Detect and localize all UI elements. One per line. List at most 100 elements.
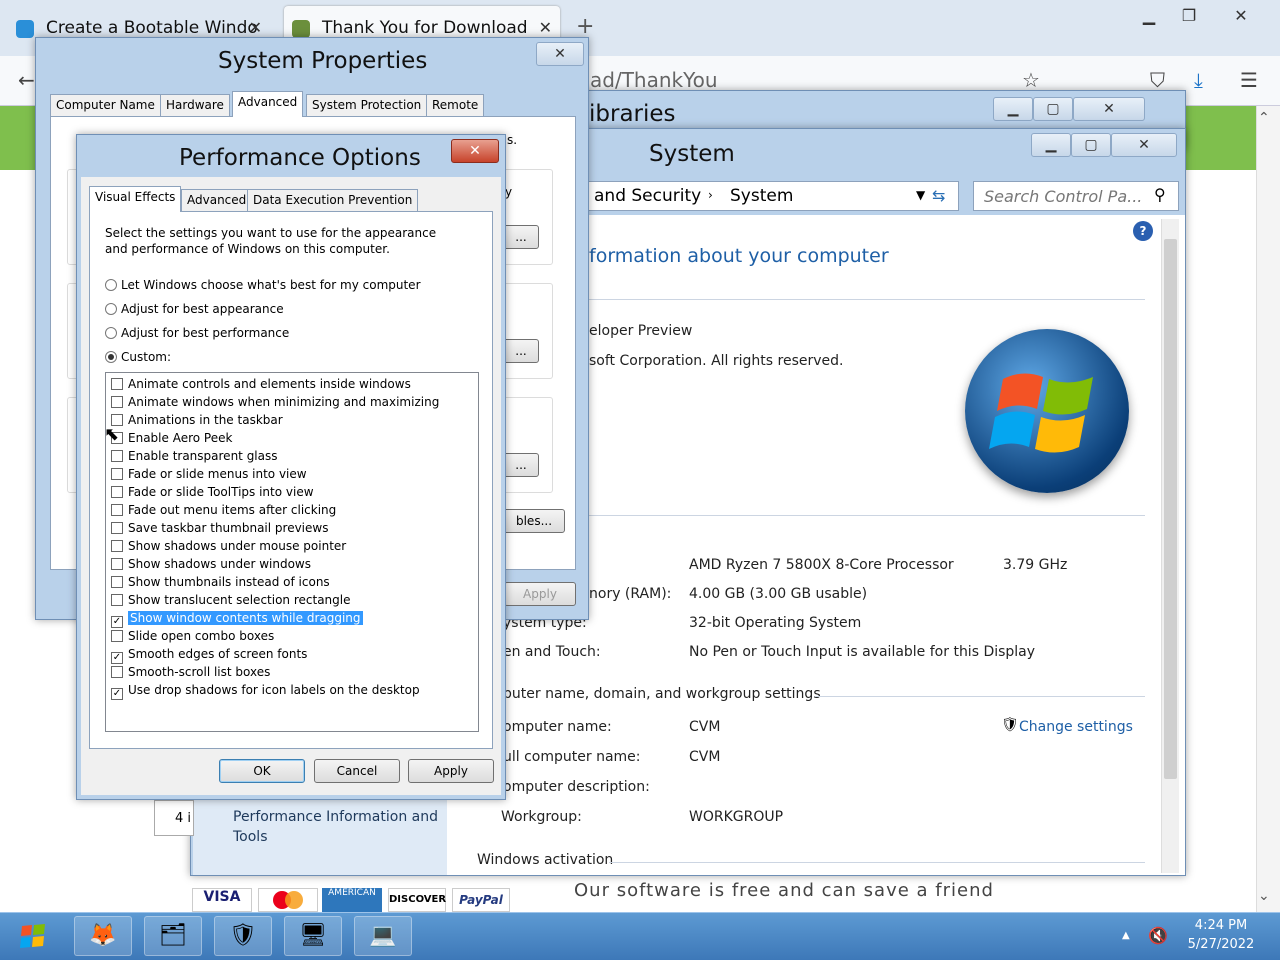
scrollbar-thumb[interactable] bbox=[1164, 239, 1177, 779]
scroll-down-icon[interactable]: ⌄ bbox=[1258, 888, 1270, 904]
tab-advanced[interactable]: Advanced bbox=[181, 189, 253, 211]
checkbox-icon[interactable] bbox=[111, 630, 123, 642]
refresh-icon[interactable]: ⇆ bbox=[932, 186, 945, 205]
radio-windows-choose[interactable]: Let Windows choose what's best for my co… bbox=[105, 278, 421, 292]
maximize-icon[interactable]: ▢ bbox=[1033, 97, 1073, 121]
checkbox-icon[interactable] bbox=[111, 540, 123, 552]
effect-checkbox-item[interactable]: Save taskbar thumbnail previews bbox=[111, 521, 328, 539]
sidebar-link-performance[interactable]: Performance Information and Tools bbox=[233, 807, 443, 847]
tab-remote[interactable]: Remote bbox=[426, 94, 485, 116]
effect-checkbox-item[interactable]: ✓ Use drop shadows for icon labels on the… bbox=[111, 683, 420, 701]
security-taskbar-icon[interactable]: 🛡 bbox=[214, 916, 272, 956]
apply-button[interactable]: Apply bbox=[408, 759, 494, 783]
minimize-icon[interactable]: ▁ bbox=[1031, 133, 1071, 157]
firefox-taskbar-icon[interactable]: 🦊 bbox=[74, 916, 132, 956]
back-icon[interactable]: ← bbox=[18, 68, 35, 92]
effect-checkbox-item[interactable]: Fade out menu items after clicking bbox=[111, 503, 336, 521]
effect-checkbox-item[interactable]: Show thumbnails instead of icons bbox=[111, 575, 330, 593]
checkbox-icon[interactable] bbox=[111, 396, 123, 408]
effect-checkbox-item[interactable]: Enable Aero Peek bbox=[111, 431, 232, 449]
tab-close-icon[interactable]: ✕ bbox=[539, 18, 552, 37]
bookmark-star-icon[interactable]: ☆ bbox=[1022, 68, 1040, 92]
clock[interactable]: 4:24 PM 5/27/2022 bbox=[1176, 918, 1266, 952]
search-input[interactable]: Search Control Pa... bbox=[984, 187, 1142, 206]
effect-checkbox-item[interactable]: Slide open combo boxes bbox=[111, 629, 274, 647]
chevron-down-icon[interactable]: ▼ bbox=[916, 188, 925, 202]
radio-best-appearance[interactable]: Adjust for best appearance bbox=[105, 302, 284, 316]
environment-variables-button[interactable]: bles... bbox=[503, 509, 565, 533]
settings-button[interactable]: ... bbox=[503, 453, 539, 477]
effect-checkbox-item[interactable]: ✓ Show window contents while dragging bbox=[111, 611, 363, 629]
checkbox-icon[interactable]: ✓ bbox=[111, 652, 123, 664]
effect-checkbox-item[interactable]: Animate controls and elements inside win… bbox=[111, 377, 411, 395]
downloads-icon[interactable]: ⤓ bbox=[1194, 68, 1203, 92]
minimize-icon[interactable]: ▁ bbox=[993, 97, 1033, 121]
scroll-up-icon[interactable]: ⌃ bbox=[1258, 110, 1270, 126]
checkbox-icon[interactable] bbox=[111, 486, 123, 498]
checkbox-icon[interactable] bbox=[111, 666, 123, 678]
tab-computer-name[interactable]: Computer Name bbox=[50, 94, 161, 116]
divider bbox=[589, 515, 1145, 516]
checkbox-icon[interactable] bbox=[111, 576, 123, 588]
radio-best-performance[interactable]: Adjust for best performance bbox=[105, 326, 289, 340]
effect-checkbox-item[interactable]: Animate windows when minimizing and maxi… bbox=[111, 395, 439, 413]
tab-system-protection[interactable]: System Protection bbox=[306, 94, 428, 116]
radio-custom[interactable]: Custom: bbox=[105, 350, 171, 364]
help-icon[interactable]: ? bbox=[1133, 221, 1153, 241]
apply-button[interactable]: Apply bbox=[504, 582, 576, 606]
restore-icon[interactable]: ❐ bbox=[1166, 2, 1212, 30]
shield-icon[interactable]: 🛡 bbox=[1001, 717, 1019, 733]
menu-icon[interactable]: ☰ bbox=[1240, 68, 1258, 92]
cancel-button[interactable]: Cancel bbox=[314, 759, 400, 783]
new-tab-icon[interactable]: + bbox=[576, 14, 594, 39]
maximize-icon[interactable]: ▢ bbox=[1071, 133, 1111, 157]
effect-checkbox-item[interactable]: Animations in the taskbar bbox=[111, 413, 283, 431]
checkbox-icon[interactable] bbox=[111, 468, 123, 480]
tab-close-icon[interactable]: ✕ bbox=[249, 18, 262, 37]
url-bar[interactable]: ad/ThankYou bbox=[590, 68, 718, 92]
settings-button[interactable]: ... bbox=[503, 225, 539, 249]
effect-checkbox-item[interactable]: Enable transparent glass bbox=[111, 449, 278, 467]
breadcrumb[interactable]: and Security › System ▼ ⇆ bbox=[587, 181, 959, 211]
close-icon[interactable]: ✕ bbox=[536, 42, 584, 66]
breadcrumb-item[interactable]: System bbox=[730, 186, 793, 206]
checkbox-icon[interactable] bbox=[111, 558, 123, 570]
checkbox-icon[interactable] bbox=[111, 450, 123, 462]
search-icon[interactable]: ⚲ bbox=[1154, 185, 1166, 204]
tray-expand-icon[interactable]: ▲ bbox=[1122, 930, 1130, 941]
checkbox-icon[interactable] bbox=[111, 522, 123, 534]
close-icon[interactable]: ✕ bbox=[1111, 133, 1177, 157]
search-box[interactable]: Search Control Pa... ⚲ bbox=[973, 181, 1179, 211]
tab-advanced[interactable]: Advanced bbox=[232, 91, 304, 117]
change-settings-link[interactable]: Change settings bbox=[1019, 719, 1133, 735]
close-icon[interactable]: ✕ bbox=[451, 139, 499, 163]
tab-visual-effects[interactable]: Visual Effects bbox=[89, 186, 182, 212]
start-button[interactable] bbox=[4, 914, 62, 958]
checkbox-icon[interactable]: ✓ bbox=[111, 688, 123, 700]
checkbox-icon[interactable] bbox=[111, 378, 123, 390]
effect-checkbox-item[interactable]: Smooth-scroll list boxes bbox=[111, 665, 270, 683]
control-panel-taskbar-icon[interactable]: 🖥 bbox=[284, 916, 342, 956]
effect-checkbox-item[interactable]: Fade or slide ToolTips into view bbox=[111, 485, 314, 503]
pocket-icon[interactable]: ⛉ bbox=[1150, 68, 1165, 92]
checkbox-icon[interactable]: ✓ bbox=[111, 616, 123, 628]
file-explorer-taskbar-icon[interactable]: 🗂 bbox=[144, 916, 202, 956]
close-icon[interactable]: ✕ bbox=[1218, 2, 1264, 30]
checkbox-icon[interactable] bbox=[111, 594, 123, 606]
page-scrollbar[interactable] bbox=[1256, 106, 1280, 912]
effect-checkbox-item[interactable]: Show shadows under mouse pointer bbox=[111, 539, 346, 557]
checkbox-icon[interactable] bbox=[111, 504, 123, 516]
effect-checkbox-item[interactable]: Fade or slide menus into view bbox=[111, 467, 307, 485]
effect-checkbox-item[interactable]: ✓ Smooth edges of screen fonts bbox=[111, 647, 307, 665]
tab-dep[interactable]: Data Execution Prevention bbox=[247, 189, 419, 211]
system-properties-taskbar-icon[interactable]: 💻 bbox=[354, 916, 412, 956]
effect-checkbox-item[interactable]: Show shadows under windows bbox=[111, 557, 311, 575]
settings-button[interactable]: ... bbox=[503, 339, 539, 363]
tab-hardware[interactable]: Hardware bbox=[160, 94, 230, 116]
content-scrollbar[interactable] bbox=[1161, 219, 1179, 873]
effect-checkbox-item[interactable]: Show translucent selection rectangle bbox=[111, 593, 351, 611]
breadcrumb-item[interactable]: and Security bbox=[594, 186, 701, 206]
ok-button[interactable]: OK bbox=[219, 759, 305, 783]
volume-muted-icon[interactable]: 🔇 bbox=[1148, 926, 1168, 945]
close-icon[interactable]: ✕ bbox=[1073, 97, 1145, 121]
